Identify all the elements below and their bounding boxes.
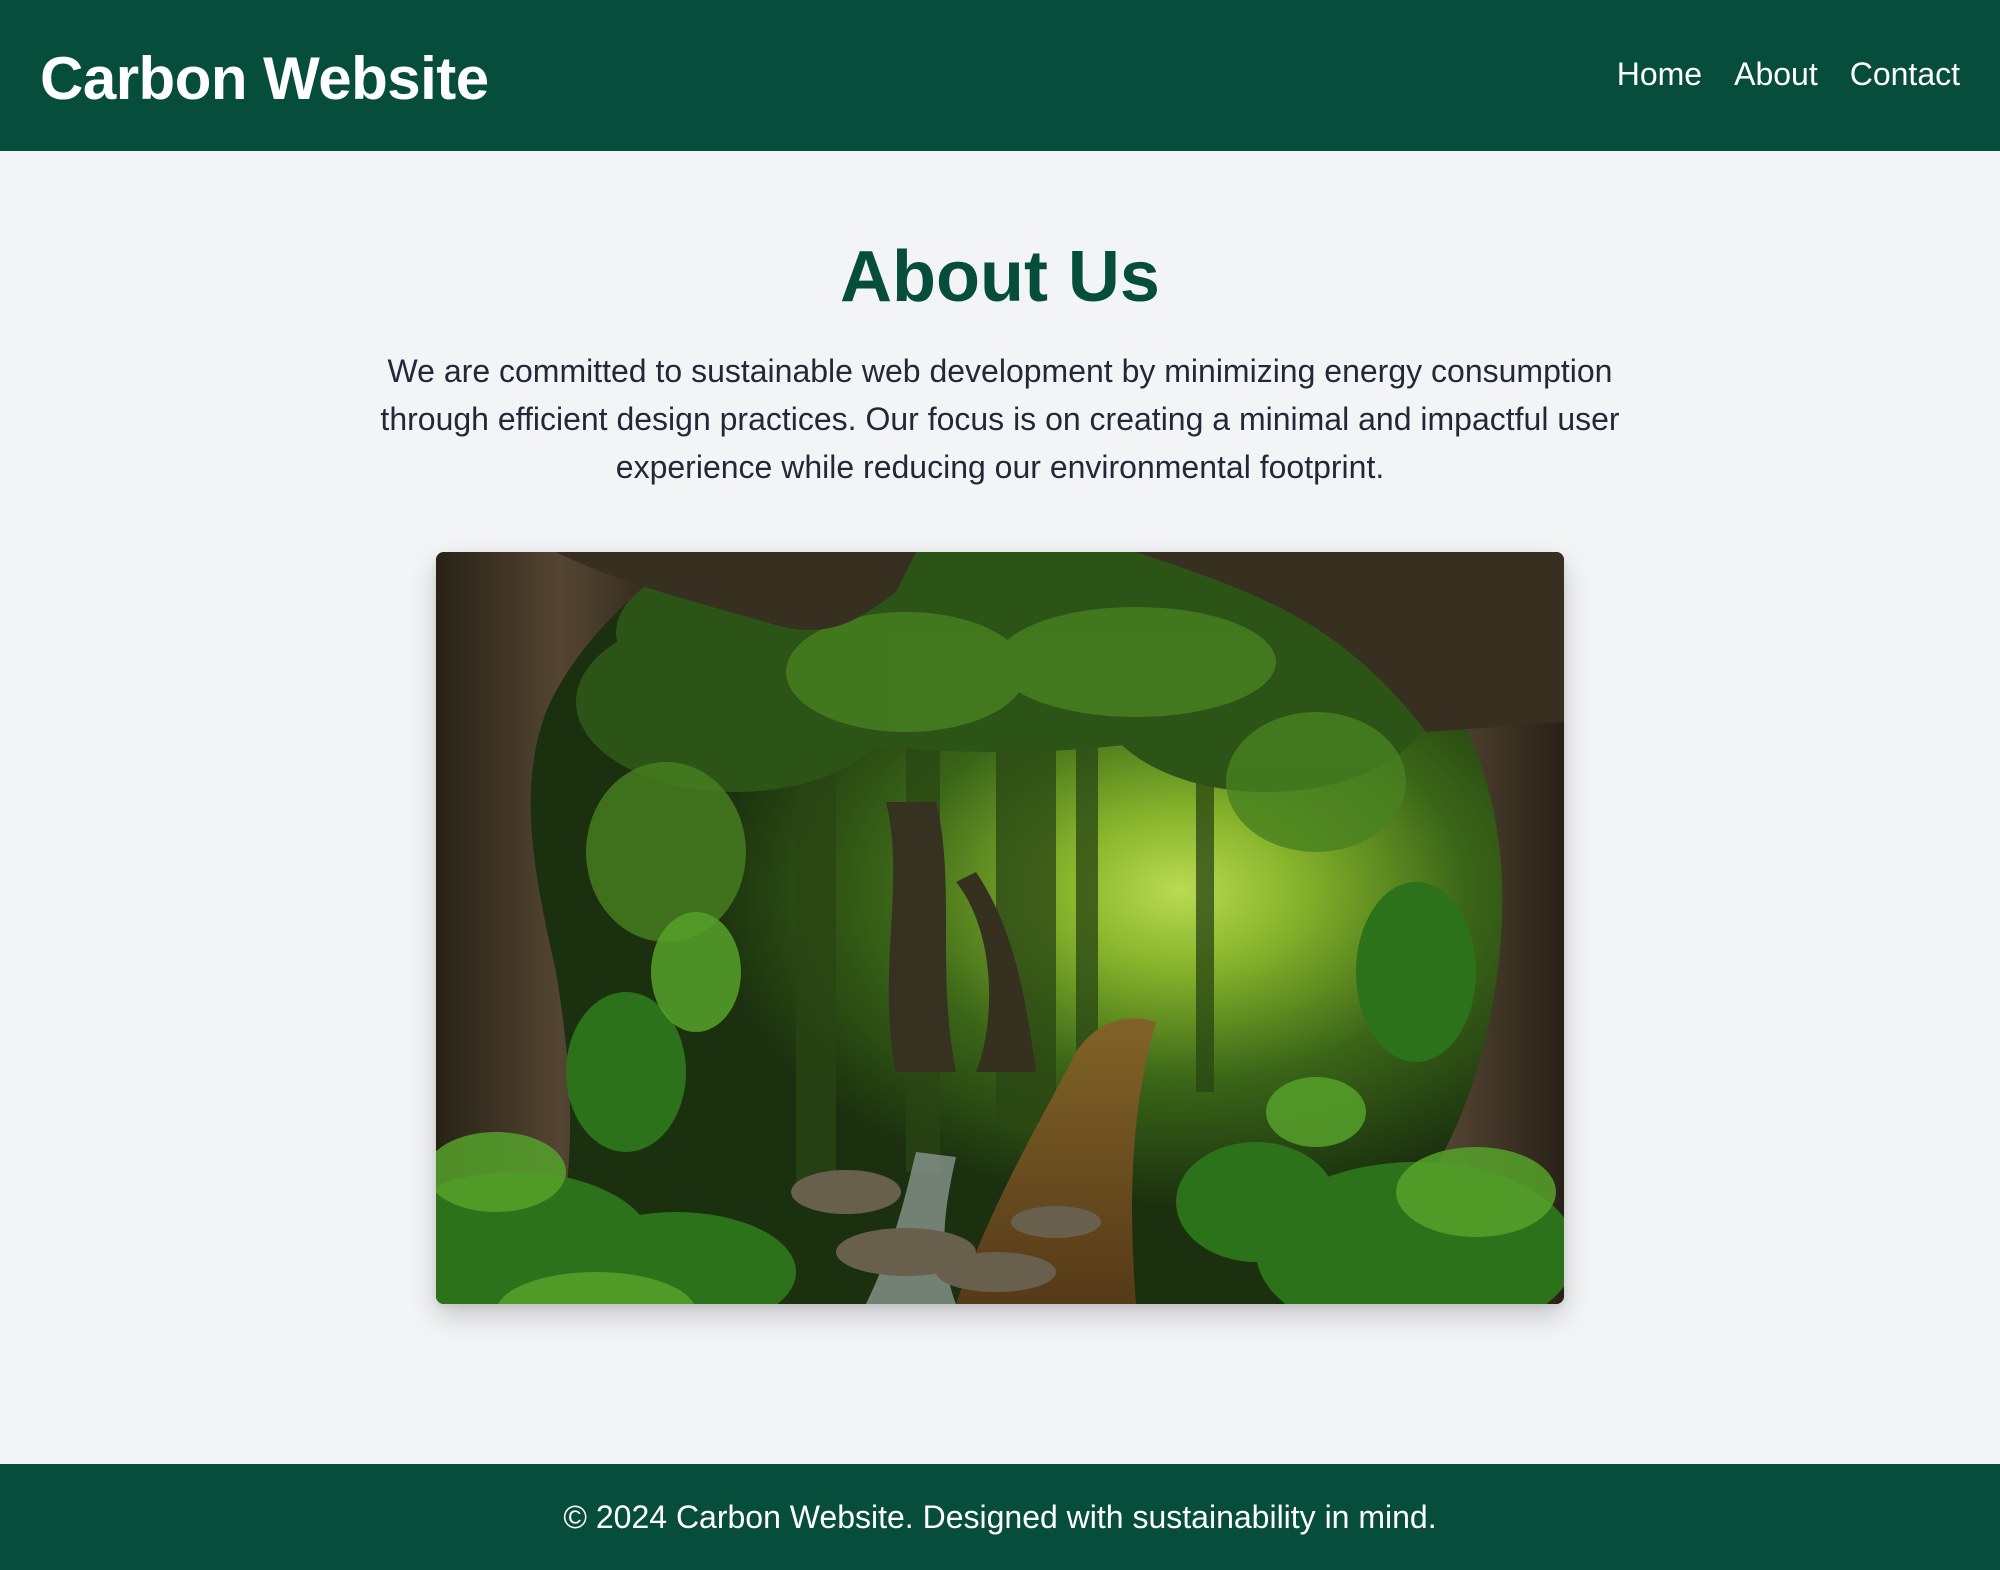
footer-copyright: © 2024 Carbon Website. Designed with sus… [563, 1499, 1437, 1535]
site-header: Carbon Website Home About Contact [0, 0, 2000, 151]
site-logo[interactable]: Carbon Website [40, 48, 489, 109]
main-content: About Us We are committed to sustainable… [0, 151, 2000, 1464]
nav-link-contact[interactable]: Contact [1850, 58, 1960, 90]
site-footer: © 2024 Carbon Website. Designed with sus… [0, 1464, 2000, 1570]
nav-link-home[interactable]: Home [1617, 58, 1702, 90]
about-description: We are committed to sustainable web deve… [380, 353, 1620, 485]
main-nav: Home About Contact [1617, 58, 1960, 90]
forest-image [436, 552, 1564, 1304]
nav-link-about[interactable]: About [1734, 58, 1818, 90]
page-title: About Us [840, 237, 1160, 317]
page: Carbon Website Home About Contact About … [0, 0, 2000, 1570]
